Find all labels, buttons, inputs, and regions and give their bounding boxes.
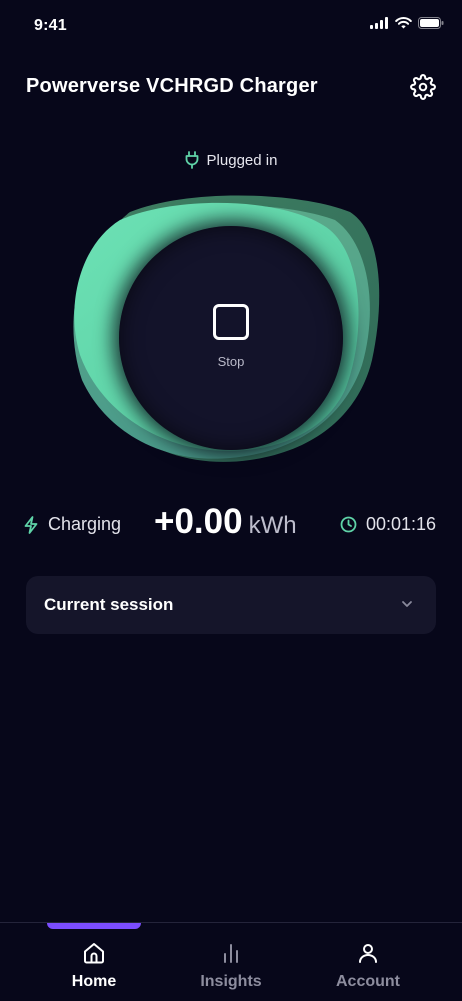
plug-status: Plugged in	[0, 151, 462, 169]
clock-icon	[340, 516, 357, 533]
stats-row: Charging +0.00 kWh 00:01:16	[0, 502, 462, 548]
stop-icon	[213, 303, 249, 340]
tab-home-label: Home	[71, 973, 117, 990]
battery-icon	[418, 17, 444, 29]
tab-home[interactable]: Home	[34, 941, 154, 991]
tab-bar: Home Insights Account	[0, 922, 462, 1001]
page-title: Powerverse VCHRGD Charger	[26, 75, 318, 97]
current-session-title: Current session	[44, 595, 174, 614]
active-tab-indicator	[47, 923, 141, 929]
current-session-card[interactable]: Current session	[26, 576, 436, 634]
energy-value: +0.00	[154, 502, 243, 541]
home-icon	[84, 943, 104, 964]
status-icons	[370, 17, 444, 29]
elapsed-time: 00:01:16	[340, 514, 436, 535]
energy-unit: kWh	[248, 512, 297, 539]
wifi-icon	[395, 17, 412, 29]
plug-icon	[185, 151, 198, 169]
elapsed-time-value: 00:01:16	[366, 514, 437, 534]
gear-icon	[410, 74, 436, 100]
status-bar: 9:41	[0, 0, 462, 52]
charging-status-label: Charging	[48, 514, 122, 534]
plug-status-label: Plugged in	[206, 151, 278, 169]
stop-button[interactable]: Stop	[119, 226, 343, 450]
person-icon	[359, 944, 377, 963]
tab-insights[interactable]: Insights	[171, 941, 291, 991]
signal-icon	[370, 17, 388, 29]
charging-status: Charging	[24, 514, 121, 535]
status-time: 9:41	[34, 17, 67, 34]
bar-chart-icon	[224, 944, 238, 963]
energy-readout: +0.00 kWh	[154, 502, 297, 542]
settings-button[interactable]	[409, 73, 437, 101]
stop-label: Stop	[217, 353, 245, 369]
lightning-icon	[24, 515, 38, 534]
chevron-down-icon	[402, 601, 412, 607]
tab-account-label: Account	[336, 973, 400, 990]
tab-account[interactable]: Account	[308, 941, 428, 991]
tab-insights-label: Insights	[200, 973, 262, 990]
